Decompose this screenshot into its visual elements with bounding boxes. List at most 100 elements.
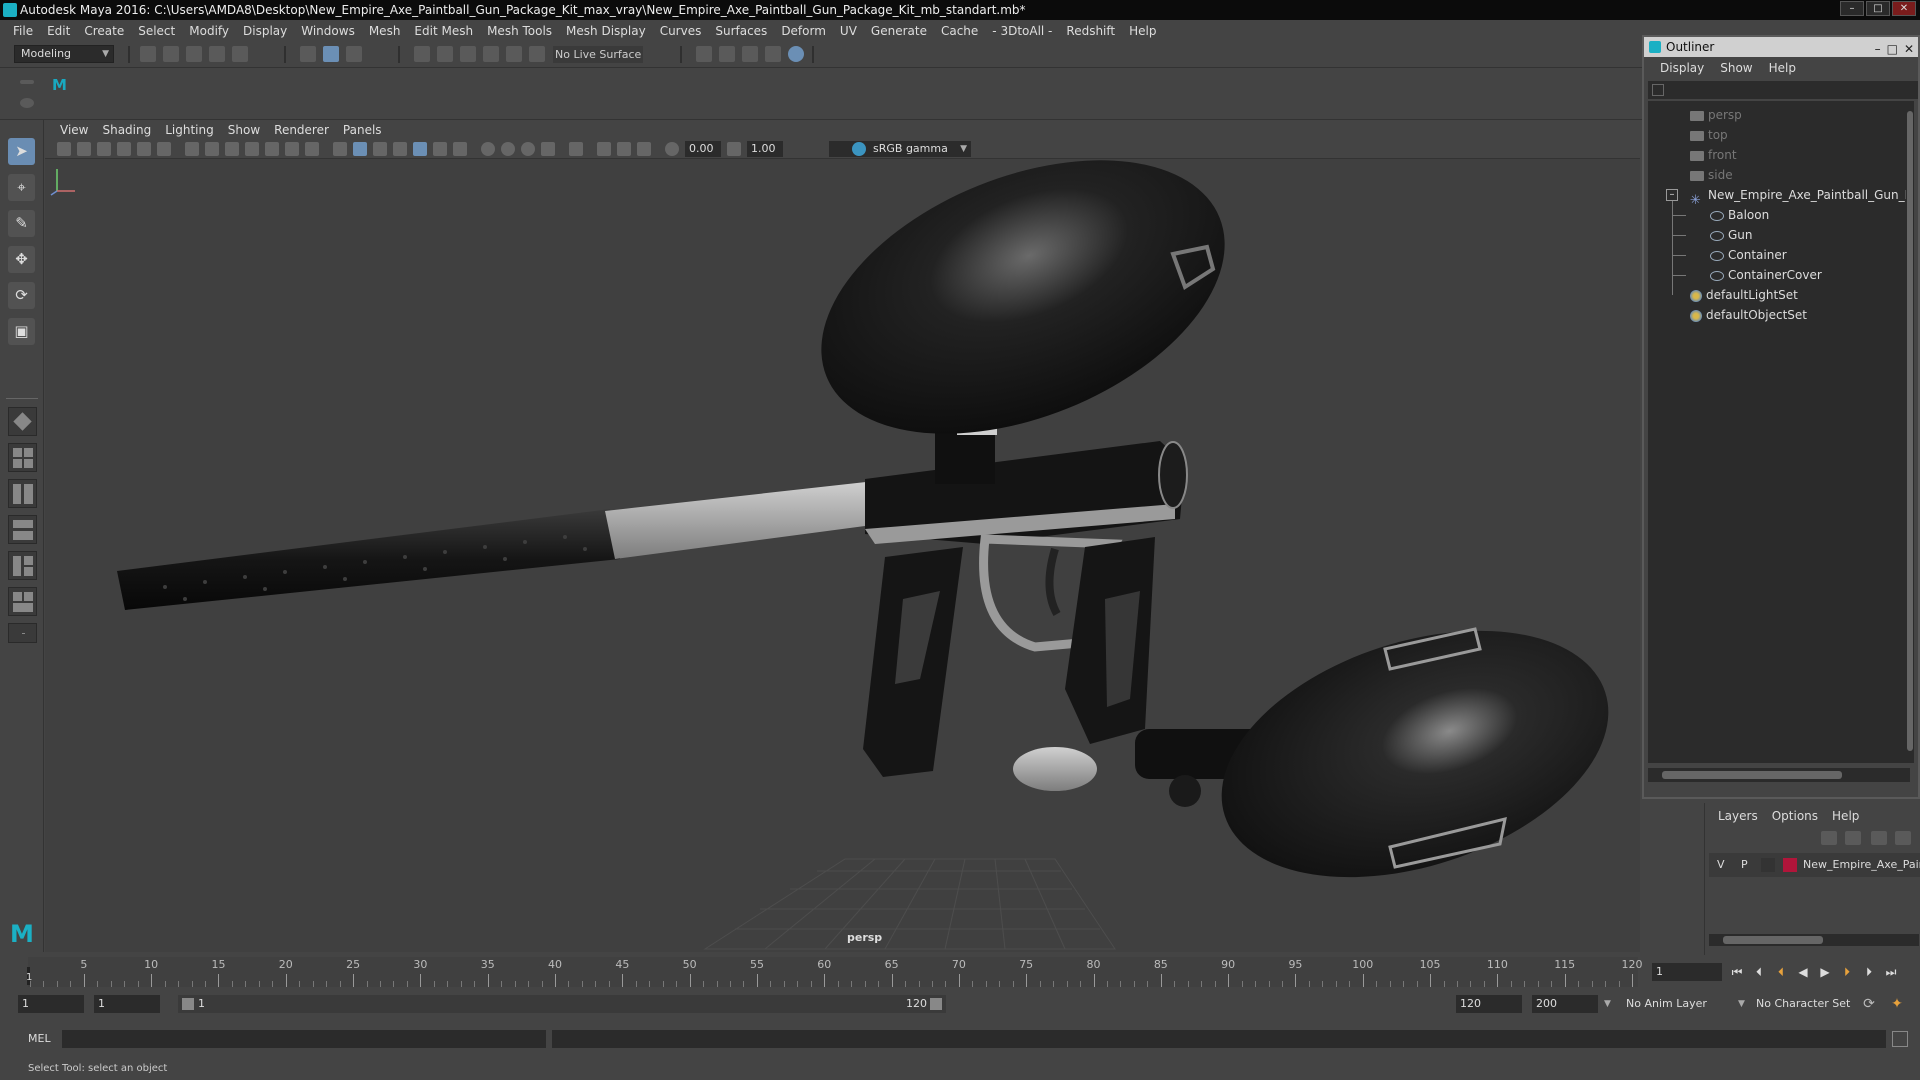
outliner-item-defaultlightset[interactable]: defaultLightSet bbox=[1690, 285, 1798, 305]
range-slider[interactable]: 1 120 bbox=[178, 995, 946, 1013]
rotate-tool-icon[interactable]: ⟳ bbox=[8, 282, 35, 309]
open-scene-icon[interactable] bbox=[163, 46, 179, 62]
layer-row[interactable]: V P New_Empire_Axe_Paint bbox=[1709, 853, 1920, 877]
command-language-label[interactable]: MEL bbox=[28, 1032, 51, 1045]
layers-scrollbar[interactable] bbox=[1709, 934, 1919, 946]
scale-tool-icon[interactable]: ▣ bbox=[8, 318, 35, 345]
new-scene-icon[interactable] bbox=[140, 46, 156, 62]
layer-visibility-toggle[interactable]: V bbox=[1717, 853, 1725, 877]
use-all-lights-icon[interactable] bbox=[433, 142, 447, 156]
persp-graph-outliner-layout-icon[interactable] bbox=[8, 551, 37, 580]
select-tool-icon[interactable]: ➤ bbox=[8, 138, 35, 165]
backface-culling-icon[interactable] bbox=[637, 142, 651, 156]
outliner-item-top[interactable]: top bbox=[1690, 125, 1728, 145]
menu-mesh-display[interactable]: Mesh Display bbox=[559, 24, 653, 38]
menu-display[interactable]: Display bbox=[236, 24, 294, 38]
outliner-item-persp[interactable]: persp bbox=[1690, 105, 1742, 125]
save-scene-icon[interactable] bbox=[186, 46, 202, 62]
safe-title-icon[interactable] bbox=[305, 142, 319, 156]
go-to-start-icon[interactable]: ⏮ bbox=[1728, 964, 1746, 980]
redo-icon[interactable] bbox=[232, 46, 248, 62]
menu-surfaces[interactable]: Surfaces bbox=[708, 24, 774, 38]
step-forward-frame-icon[interactable]: ⏵ bbox=[1838, 964, 1856, 980]
paint-select-tool-icon[interactable]: ✎ bbox=[8, 210, 35, 237]
isolate-select-icon[interactable] bbox=[569, 142, 583, 156]
new-layer-icon[interactable] bbox=[1871, 831, 1887, 845]
move-layer-up-icon[interactable] bbox=[1821, 831, 1837, 845]
panel-menu-panels[interactable]: Panels bbox=[336, 123, 389, 137]
film-gate-icon[interactable] bbox=[205, 142, 219, 156]
scroll-thumb[interactable] bbox=[1662, 771, 1842, 779]
undo-icon[interactable] bbox=[209, 46, 225, 62]
playback-start-field[interactable]: 1 bbox=[94, 995, 160, 1013]
outliner-item-side[interactable]: side bbox=[1690, 165, 1733, 185]
panel-menu-view[interactable]: View bbox=[53, 123, 95, 137]
hypershade-layout-icon[interactable] bbox=[8, 587, 37, 616]
image-plane-icon[interactable] bbox=[117, 142, 131, 156]
shadows-icon[interactable] bbox=[453, 142, 467, 156]
default-lighting-icon[interactable] bbox=[373, 142, 387, 156]
auto-key-icon[interactable]: ⟳ bbox=[1860, 995, 1878, 1013]
outliner-menu-show[interactable]: Show bbox=[1712, 61, 1760, 79]
snap-view-plane-icon[interactable] bbox=[483, 46, 499, 62]
current-frame-field[interactable]: 1 bbox=[1652, 963, 1722, 981]
new-layer-selected-icon[interactable] bbox=[1895, 831, 1911, 845]
outliner-filter-input[interactable] bbox=[1648, 81, 1918, 99]
exposure-icon[interactable] bbox=[665, 142, 679, 156]
move-layer-down-icon[interactable] bbox=[1845, 831, 1861, 845]
snap-grid-icon[interactable] bbox=[414, 46, 430, 62]
grid-icon[interactable] bbox=[185, 142, 199, 156]
outliner-close-button[interactable]: ✕ bbox=[1904, 39, 1914, 59]
select-object-icon[interactable] bbox=[323, 46, 339, 62]
field-chart-icon[interactable] bbox=[265, 142, 279, 156]
go-to-end-icon[interactable]: ⏭ bbox=[1882, 964, 1900, 980]
camera-select-icon[interactable] bbox=[57, 142, 71, 156]
motion-blur-icon[interactable] bbox=[501, 142, 515, 156]
layers-menu-help[interactable]: Help bbox=[1825, 809, 1866, 823]
menu-mesh[interactable]: Mesh bbox=[362, 24, 408, 38]
menu-help[interactable]: Help bbox=[1122, 24, 1163, 38]
persp-graph-layout-icon[interactable] bbox=[8, 515, 37, 544]
close-button[interactable]: ✕ bbox=[1892, 1, 1916, 16]
outliner-item-gun[interactable]: Gun bbox=[1710, 225, 1753, 245]
menu-redshift[interactable]: Redshift bbox=[1059, 24, 1122, 38]
render-current-frame-icon[interactable] bbox=[719, 46, 735, 62]
menu-edit-mesh[interactable]: Edit Mesh bbox=[407, 24, 480, 38]
single-perspective-layout-icon[interactable] bbox=[8, 407, 37, 436]
layer-playback-toggle[interactable]: P bbox=[1741, 853, 1748, 877]
xray-icon[interactable] bbox=[597, 142, 611, 156]
select-hierarchy-icon[interactable] bbox=[300, 46, 316, 62]
playback-end-field[interactable]: 120 bbox=[1456, 995, 1522, 1013]
camera-attributes-icon[interactable] bbox=[77, 142, 91, 156]
panel-menu-lighting[interactable]: Lighting bbox=[158, 123, 221, 137]
menu-mesh-tools[interactable]: Mesh Tools bbox=[480, 24, 559, 38]
outliner-item-group[interactable]: ✳ New_Empire_Axe_Paintball_Gun_Packa bbox=[1690, 185, 1910, 208]
wireframe-icon[interactable] bbox=[333, 142, 347, 156]
outliner-item-defaultobjectset[interactable]: defaultObjectSet bbox=[1690, 305, 1807, 325]
shelf-settings-icon[interactable] bbox=[20, 98, 34, 108]
menu-cache[interactable]: Cache bbox=[934, 24, 985, 38]
textured-icon[interactable] bbox=[413, 142, 427, 156]
shelf-menu-icon[interactable] bbox=[20, 80, 34, 84]
hypershade-icon[interactable] bbox=[788, 46, 804, 62]
step-back-key-icon[interactable]: ⏴ bbox=[1750, 964, 1768, 980]
menu-curves[interactable]: Curves bbox=[653, 24, 709, 38]
menu-windows[interactable]: Windows bbox=[294, 24, 362, 38]
persp-outliner-layout-icon[interactable] bbox=[8, 479, 37, 508]
wireframe-on-shaded-icon[interactable] bbox=[393, 142, 407, 156]
outliner-maximize-button[interactable]: □ bbox=[1887, 39, 1898, 59]
character-set-select[interactable]: No Character Set ▼ bbox=[1738, 995, 1858, 1013]
animation-start-field[interactable]: 1 bbox=[18, 995, 84, 1013]
menu-3dtoall[interactable]: - 3DtoAll - bbox=[985, 24, 1059, 38]
outliner-item-front[interactable]: front bbox=[1690, 145, 1737, 165]
perspective-viewport[interactable]: persp bbox=[45, 159, 1640, 952]
xray-joints-icon[interactable] bbox=[617, 142, 631, 156]
minimize-button[interactable]: – bbox=[1840, 1, 1864, 16]
layers-menu-layers[interactable]: Layers bbox=[1711, 809, 1765, 823]
layers-menu-options[interactable]: Options bbox=[1765, 809, 1825, 823]
range-end-handle[interactable] bbox=[930, 998, 942, 1010]
animation-preferences-icon[interactable]: ✦ bbox=[1888, 995, 1906, 1013]
play-backwards-icon[interactable]: ◀ bbox=[1794, 964, 1812, 980]
gamma-field[interactable]: 1.00 bbox=[747, 141, 783, 157]
render-settings-icon[interactable] bbox=[696, 46, 712, 62]
